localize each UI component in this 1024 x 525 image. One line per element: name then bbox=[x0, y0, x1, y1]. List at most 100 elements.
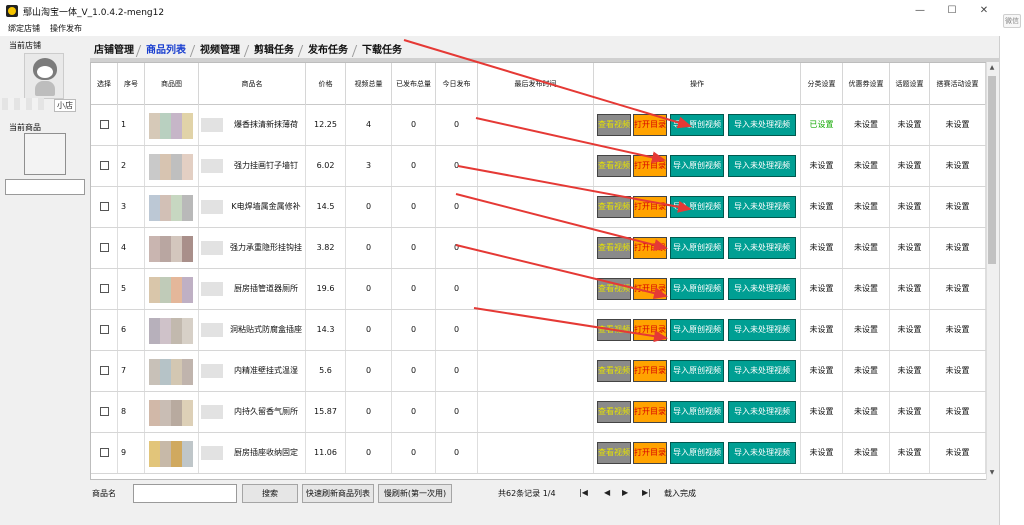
row-checkbox[interactable] bbox=[99, 325, 109, 334]
row-select-cell[interactable] bbox=[91, 269, 118, 309]
import-unprocessed-video-button[interactable]: 导入未处理视频 bbox=[728, 155, 796, 177]
row-category[interactable]: 未设置 bbox=[801, 310, 843, 350]
open-folder-button[interactable]: 打开目录 bbox=[633, 237, 667, 259]
scroll-up-icon[interactable]: ▲ bbox=[987, 62, 997, 74]
row-coupon[interactable]: 未设置 bbox=[843, 310, 890, 350]
table-row[interactable]: 9 厨房插座收纳固定 11.06 0 0 0 查看视频 打开目录 导入原创视频 导入未处理视频 未设… bbox=[91, 433, 986, 474]
menu-publish[interactable]: 操作发布 bbox=[50, 23, 82, 34]
row-checkbox[interactable] bbox=[99, 407, 109, 416]
header-activity[interactable]: 搭赛活动设置 bbox=[930, 63, 986, 105]
scroll-down-icon[interactable]: ▼ bbox=[987, 467, 997, 479]
header-coupon[interactable]: 优惠券设置 bbox=[843, 63, 890, 105]
row-activity[interactable]: 未设置 bbox=[930, 269, 986, 309]
row-checkbox[interactable] bbox=[99, 202, 109, 211]
tab-product-list[interactable]: 商品列表 bbox=[146, 44, 186, 58]
row-activity[interactable]: 未设置 bbox=[930, 351, 986, 391]
import-original-video-button[interactable]: 导入原创视频 bbox=[670, 442, 724, 464]
view-videos-button[interactable]: 查看视频 bbox=[597, 114, 631, 136]
table-scrollbar[interactable]: ▲ ▼ bbox=[986, 62, 997, 480]
row-activity[interactable]: 未设置 bbox=[930, 228, 986, 268]
row-select-cell[interactable] bbox=[91, 105, 118, 145]
row-category[interactable]: 未设置 bbox=[801, 433, 843, 473]
row-activity[interactable]: 未设置 bbox=[930, 146, 986, 186]
import-original-video-button[interactable]: 导入原创视频 bbox=[670, 360, 724, 382]
row-coupon[interactable]: 未设置 bbox=[843, 105, 890, 145]
row-category[interactable]: 未设置 bbox=[801, 351, 843, 391]
header-index[interactable]: 序号 bbox=[118, 63, 145, 105]
import-original-video-button[interactable]: 导入原创视频 bbox=[670, 114, 724, 136]
row-topic[interactable]: 未设置 bbox=[890, 392, 930, 432]
row-coupon[interactable]: 未设置 bbox=[843, 187, 890, 227]
open-folder-button[interactable]: 打开目录 bbox=[633, 401, 667, 423]
row-activity[interactable]: 未设置 bbox=[930, 433, 986, 473]
row-topic[interactable]: 未设置 bbox=[890, 146, 930, 186]
menu-bind-store[interactable]: 绑定店铺 bbox=[8, 23, 40, 34]
row-select-cell[interactable] bbox=[91, 351, 118, 391]
row-topic[interactable]: 未设置 bbox=[890, 228, 930, 268]
header-today[interactable]: 今日发布 bbox=[436, 63, 478, 105]
first-page-icon[interactable]: |◀ bbox=[579, 488, 588, 497]
table-row[interactable]: 1 爆香抹清新抹薄荷 12.25 4 0 0 查看视频 打开目录 导入原创视频 导入未处理视频 已设… bbox=[91, 105, 986, 146]
row-checkbox[interactable] bbox=[99, 448, 109, 457]
table-row[interactable]: 4 强力承重隐形挂钩挂 3.82 0 0 0 查看视频 打开目录 导入原创视频 导入未处理视频 未设… bbox=[91, 228, 986, 269]
row-checkbox[interactable] bbox=[99, 366, 109, 375]
table-row[interactable]: 3 K电焊墙属金属修补 14.5 0 0 0 查看视频 打开目录 导入原创视频 导入未处理视频 未设… bbox=[91, 187, 986, 228]
header-category[interactable]: 分类设置 bbox=[801, 63, 843, 105]
row-category[interactable]: 未设置 bbox=[801, 269, 843, 309]
tab-edit-tasks[interactable]: 剪辑任务 bbox=[254, 44, 294, 58]
tab-publish-tasks[interactable]: 发布任务 bbox=[308, 44, 348, 58]
header-select[interactable]: 选择 bbox=[91, 63, 118, 105]
prev-page-icon[interactable]: ◀ bbox=[604, 488, 610, 497]
row-topic[interactable]: 未设置 bbox=[890, 187, 930, 227]
row-checkbox[interactable] bbox=[99, 284, 109, 293]
tab-download-tasks[interactable]: 下载任务 bbox=[362, 44, 402, 58]
header-name[interactable]: 商品名 bbox=[199, 63, 306, 105]
import-original-video-button[interactable]: 导入原创视频 bbox=[670, 319, 724, 341]
row-coupon[interactable]: 未设置 bbox=[843, 146, 890, 186]
import-unprocessed-video-button[interactable]: 导入未处理视频 bbox=[728, 114, 796, 136]
row-category[interactable]: 已设置 bbox=[801, 105, 843, 145]
slow-refresh-button[interactable]: 慢刷新(第一次用) bbox=[378, 484, 452, 503]
import-original-video-button[interactable]: 导入原创视频 bbox=[670, 278, 724, 300]
next-page-icon[interactable]: ▶ bbox=[622, 488, 628, 497]
header-price[interactable]: 价格 bbox=[306, 63, 346, 105]
import-original-video-button[interactable]: 导入原创视频 bbox=[670, 155, 724, 177]
row-checkbox[interactable] bbox=[99, 243, 109, 252]
open-folder-button[interactable]: 打开目录 bbox=[633, 114, 667, 136]
row-checkbox[interactable] bbox=[99, 120, 109, 129]
row-topic[interactable]: 未设置 bbox=[890, 433, 930, 473]
row-coupon[interactable]: 未设置 bbox=[843, 392, 890, 432]
header-video-total[interactable]: 视频总量 bbox=[346, 63, 392, 105]
row-coupon[interactable]: 未设置 bbox=[843, 433, 890, 473]
import-original-video-button[interactable]: 导入原创视频 bbox=[670, 196, 724, 218]
row-activity[interactable]: 未设置 bbox=[930, 310, 986, 350]
import-unprocessed-video-button[interactable]: 导入未处理视频 bbox=[728, 237, 796, 259]
row-select-cell[interactable] bbox=[91, 310, 118, 350]
header-operations[interactable]: 操作 bbox=[594, 63, 801, 105]
row-topic[interactable]: 未设置 bbox=[890, 269, 930, 309]
open-folder-button[interactable]: 打开目录 bbox=[633, 278, 667, 300]
row-coupon[interactable]: 未设置 bbox=[843, 351, 890, 391]
table-row[interactable]: 2 强力挂画钉子墙钉 6.02 3 0 0 查看视频 打开目录 导入原创视频 导入未处理视频 未设置… bbox=[91, 146, 986, 187]
row-category[interactable]: 未设置 bbox=[801, 146, 843, 186]
row-topic[interactable]: 未设置 bbox=[890, 105, 930, 145]
import-unprocessed-video-button[interactable]: 导入未处理视频 bbox=[728, 319, 796, 341]
row-category[interactable]: 未设置 bbox=[801, 228, 843, 268]
row-select-cell[interactable] bbox=[91, 228, 118, 268]
import-unprocessed-video-button[interactable]: 导入未处理视频 bbox=[728, 196, 796, 218]
minimize-icon[interactable]: — bbox=[912, 3, 928, 19]
import-unprocessed-video-button[interactable]: 导入未处理视频 bbox=[728, 278, 796, 300]
view-videos-button[interactable]: 查看视频 bbox=[597, 401, 631, 423]
row-select-cell[interactable] bbox=[91, 187, 118, 227]
open-folder-button[interactable]: 打开目录 bbox=[633, 442, 667, 464]
scroll-thumb[interactable] bbox=[988, 76, 996, 264]
table-row[interactable]: 7 内精准壁挂式温湿 5.6 0 0 0 查看视频 打开目录 导入原创视频 导入未处理视频 未设置未… bbox=[91, 351, 986, 392]
table-row[interactable]: 8 内持久留香气厕所 15.87 0 0 0 查看视频 打开目录 导入原创视频 导入未处理视频 未设… bbox=[91, 392, 986, 433]
header-published-total[interactable]: 已发布总量 bbox=[392, 63, 436, 105]
last-page-icon[interactable]: ▶| bbox=[642, 488, 651, 497]
import-original-video-button[interactable]: 导入原创视频 bbox=[670, 401, 724, 423]
current-product-field[interactable] bbox=[5, 179, 85, 195]
product-name-input[interactable] bbox=[133, 484, 237, 503]
table-row[interactable]: 5 厨房插管道器厕所 19.6 0 0 0 查看视频 打开目录 导入原创视频 导入未处理视频 未设置… bbox=[91, 269, 986, 310]
open-folder-button[interactable]: 打开目录 bbox=[633, 360, 667, 382]
